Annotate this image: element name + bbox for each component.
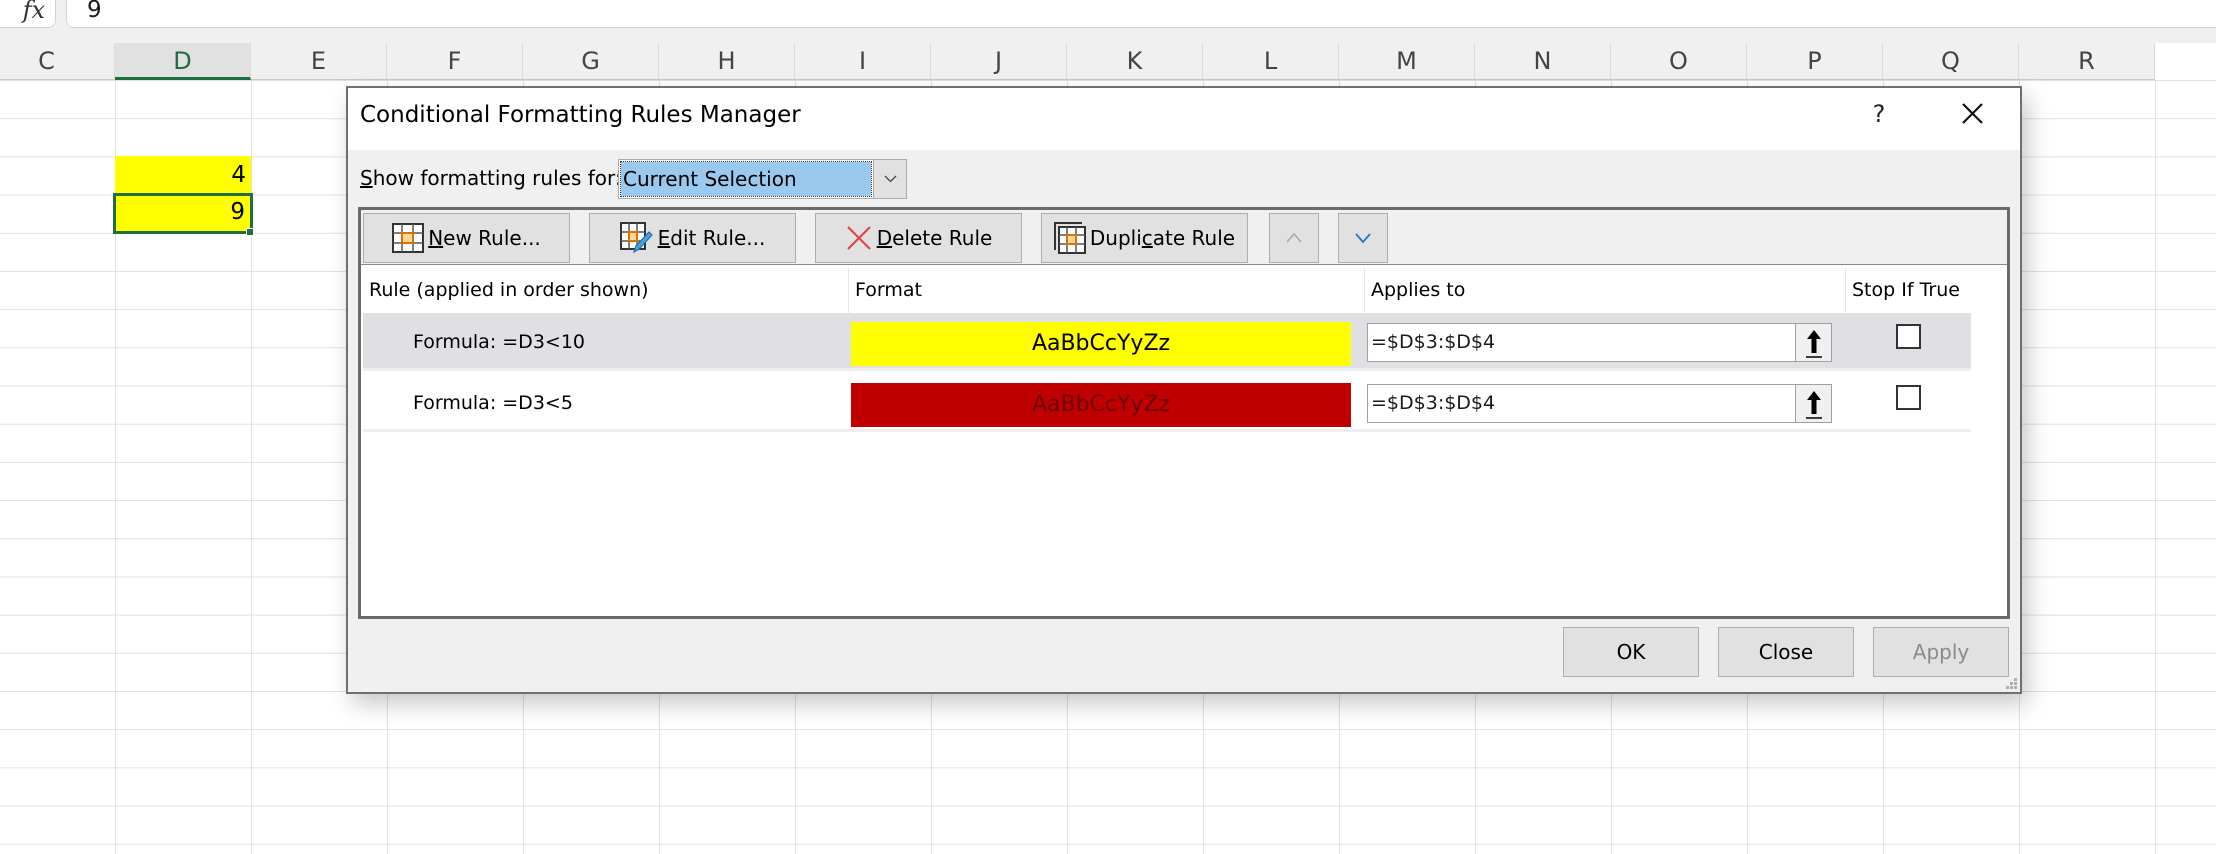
edit-rule-label: Edit Rule... xyxy=(657,226,766,250)
rules-table-header: Rule (applied in order shown) Format App… xyxy=(361,268,2007,313)
delete-rule-label: Delete Rule xyxy=(876,226,993,250)
close-icon xyxy=(1962,103,1983,124)
upload-arrow-icon xyxy=(1806,330,1822,358)
duplicate-rule-label: Duplicate Rule xyxy=(1089,226,1236,250)
collapse-dialog-button[interactable] xyxy=(1795,324,1831,361)
applies-to-input[interactable]: =$D$3:$D$4 xyxy=(1367,323,1832,362)
scope-selected-value: Current Selection xyxy=(620,161,872,197)
column-header-e[interactable]: E xyxy=(251,43,387,80)
cell-d3-value: 4 xyxy=(231,162,246,188)
column-header-c[interactable]: C xyxy=(0,43,115,80)
rule-row[interactable]: Formula: =D3<10 AaBbCcYyZz =$D$3:$D$4 xyxy=(363,313,1971,371)
dialog-titlebar[interactable]: Conditional Formatting Rules Manager ? xyxy=(348,88,2020,150)
rule-row[interactable]: Formula: =D3<5 AaBbCcYyZz =$D$3:$D$4 xyxy=(363,374,1971,432)
ok-button[interactable]: OK xyxy=(1563,627,1699,677)
column-header-f[interactable]: F xyxy=(387,43,523,80)
move-up-button[interactable] xyxy=(1269,213,1319,263)
fill-handle[interactable] xyxy=(246,228,254,236)
show-rules-for-label: Show formatting rules for: xyxy=(360,166,622,190)
delete-icon xyxy=(846,226,871,250)
column-header-d[interactable]: D xyxy=(115,43,251,80)
column-header-j[interactable]: J xyxy=(931,43,1067,80)
dropdown-arrow-button[interactable] xyxy=(873,160,906,198)
cell-d4[interactable]: 9 xyxy=(113,193,253,234)
resize-grip-icon[interactable] xyxy=(2006,678,2018,690)
column-header-p[interactable]: P xyxy=(1747,43,1883,80)
column-header-rule: Rule (applied in order shown) xyxy=(363,268,849,313)
close-dialog-button[interactable] xyxy=(1952,94,1992,134)
move-down-button[interactable] xyxy=(1338,213,1388,263)
close-button[interactable]: Close xyxy=(1718,627,1854,677)
chevron-up-icon xyxy=(1286,232,1302,243)
rules-toolbar: New Rule... Edit Rule... Delete Rule Dup… xyxy=(361,210,2007,265)
new-rule-button[interactable]: New Rule... xyxy=(363,213,570,263)
rules-panel: New Rule... Edit Rule... Delete Rule Dup… xyxy=(358,207,2010,619)
new-rule-label: New Rule... xyxy=(428,226,541,250)
column-header-k[interactable]: K xyxy=(1067,43,1203,80)
excel-window: fx 9 CDEFGHIJKLMNOPQR 4 9 Conditional Fo… xyxy=(0,0,2216,854)
formula-bar: fx 9 xyxy=(0,0,2216,43)
duplicate-rule-icon xyxy=(1053,222,1086,254)
access-key: S xyxy=(360,166,373,190)
applies-to-value: =$D$3:$D$4 xyxy=(1371,331,1496,353)
upload-arrow-icon xyxy=(1806,391,1822,419)
column-header-q[interactable]: Q xyxy=(1883,43,2019,80)
fx-icon: fx xyxy=(22,0,45,24)
column-header-stop-if-true: Stop If True xyxy=(1852,279,1960,301)
cell-d4-value: 9 xyxy=(230,199,245,225)
rule-description: Formula: =D3<10 xyxy=(413,331,586,353)
chevron-down-icon xyxy=(884,175,897,183)
column-header-applies-to: Applies to xyxy=(1365,268,1846,313)
column-header-r[interactable]: R xyxy=(2019,43,2155,80)
column-header-l[interactable]: L xyxy=(1203,43,1339,80)
stop-if-true-checkbox[interactable] xyxy=(1896,385,1921,410)
new-rule-icon xyxy=(392,223,425,253)
column-header-n[interactable]: N xyxy=(1475,43,1611,80)
applies-to-input[interactable]: =$D$3:$D$4 xyxy=(1367,384,1832,423)
duplicate-rule-button[interactable]: Duplicate Rule xyxy=(1041,213,1248,263)
column-header-format: Format xyxy=(849,268,1365,313)
label-text: how formatting rules for: xyxy=(372,166,622,190)
format-preview: AaBbCcYyZz xyxy=(851,383,1351,427)
chevron-down-icon xyxy=(1355,233,1371,244)
show-rules-for-dropdown[interactable]: Current Selection xyxy=(618,159,907,199)
apply-button[interactable]: Apply xyxy=(1873,627,2009,677)
delete-rule-button[interactable]: Delete Rule xyxy=(815,213,1022,263)
edit-rule-icon xyxy=(619,222,653,254)
edit-rule-button[interactable]: Edit Rule... xyxy=(589,213,796,263)
collapse-dialog-button[interactable] xyxy=(1795,385,1831,422)
insert-function-button[interactable]: fx xyxy=(0,0,56,28)
column-header-o[interactable]: O xyxy=(1611,43,1747,80)
help-button[interactable]: ? xyxy=(1864,100,1894,128)
column-header-m[interactable]: M xyxy=(1339,43,1475,80)
conditional-formatting-rules-manager-dialog: Conditional Formatting Rules Manager ? S… xyxy=(346,86,2022,694)
cell-d3[interactable]: 4 xyxy=(115,156,251,194)
formula-input[interactable]: 9 xyxy=(66,0,2216,28)
column-header-h[interactable]: H xyxy=(659,43,795,80)
format-preview: AaBbCcYyZz xyxy=(851,322,1351,366)
applies-to-value: =$D$3:$D$4 xyxy=(1371,392,1496,414)
column-header-g[interactable]: G xyxy=(523,43,659,80)
dialog-title: Conditional Formatting Rules Manager xyxy=(360,102,801,128)
stop-if-true-checkbox[interactable] xyxy=(1896,324,1921,349)
column-header-i[interactable]: I xyxy=(795,43,931,80)
rule-description: Formula: =D3<5 xyxy=(413,392,573,414)
